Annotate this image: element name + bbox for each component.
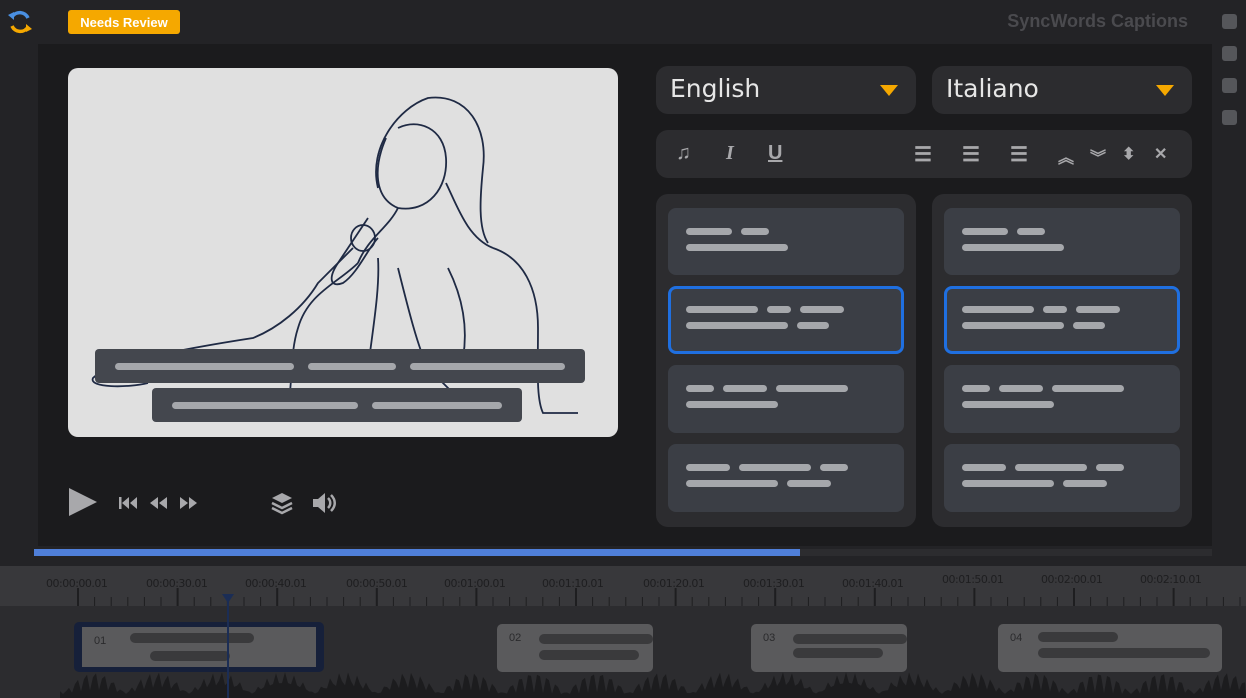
video-preview[interactable] bbox=[68, 68, 618, 437]
caption-track[interactable]: 01 02 03 04 bbox=[0, 606, 1246, 698]
skip-back-icon[interactable] bbox=[118, 495, 138, 516]
caption-segment[interactable]: 04 bbox=[998, 624, 1222, 672]
move-up-icon[interactable]: ︽ bbox=[1058, 144, 1074, 168]
underline-icon[interactable]: U bbox=[768, 142, 782, 165]
caption-segment-selected[interactable]: 01 bbox=[74, 622, 324, 672]
segment-id: 01 bbox=[94, 635, 107, 647]
volume-icon[interactable] bbox=[311, 491, 337, 520]
align-center-icon[interactable]: ☰ bbox=[962, 142, 980, 167]
music-note-icon[interactable]: ♫ bbox=[676, 142, 691, 165]
segment-id: 02 bbox=[509, 632, 522, 644]
caption-card[interactable] bbox=[944, 208, 1180, 275]
collapse-icon[interactable]: ✕ bbox=[1154, 144, 1167, 164]
italic-icon[interactable]: I bbox=[726, 142, 734, 165]
timeline-ruler[interactable]: 00:00:00.01 00:00:30.01 00:00:40.01 00:0… bbox=[0, 566, 1246, 606]
caption-card[interactable] bbox=[944, 444, 1180, 512]
app-title: SyncWords Captions bbox=[1007, 11, 1188, 31]
tick-marks bbox=[77, 588, 1241, 606]
target-language-dropdown[interactable]: Italiano bbox=[932, 66, 1192, 114]
subtitle-line bbox=[95, 349, 585, 383]
align-left-icon[interactable]: ☰ bbox=[914, 142, 932, 167]
layers-icon[interactable] bbox=[270, 491, 294, 520]
target-language-label: Italiano bbox=[946, 74, 1039, 103]
caption-card[interactable] bbox=[668, 365, 904, 433]
caption-card-selected[interactable] bbox=[668, 286, 904, 354]
move-down-icon[interactable]: ︾ bbox=[1090, 144, 1106, 168]
sync-logo-icon[interactable] bbox=[6, 8, 34, 36]
caption-card-selected[interactable] bbox=[944, 286, 1180, 354]
source-language-label: English bbox=[670, 74, 761, 103]
window-checkbox[interactable] bbox=[1222, 78, 1237, 93]
source-caption-list bbox=[656, 194, 916, 527]
status-badge[interactable]: Needs Review bbox=[68, 10, 180, 34]
align-right-icon[interactable]: ☰ bbox=[1010, 142, 1028, 167]
segment-id: 04 bbox=[1010, 632, 1023, 644]
rewind-icon[interactable] bbox=[148, 495, 168, 516]
window-checkbox[interactable] bbox=[1222, 14, 1237, 29]
chevron-down-icon bbox=[1156, 85, 1174, 96]
caption-card[interactable] bbox=[668, 208, 904, 275]
formatting-toolbar: ♫ I U ☰ ☰ ☰ ︽ ︾ ⬍ ✕ bbox=[656, 130, 1192, 178]
segment-id: 03 bbox=[763, 632, 776, 644]
progress-fill bbox=[34, 549, 800, 556]
playhead-handle-icon[interactable] bbox=[222, 594, 234, 603]
playhead[interactable] bbox=[227, 596, 229, 698]
play-icon[interactable] bbox=[66, 486, 98, 525]
target-caption-list bbox=[932, 194, 1192, 527]
window-checkbox[interactable] bbox=[1222, 46, 1237, 61]
caption-card[interactable] bbox=[944, 365, 1180, 433]
playback-progress-bar[interactable] bbox=[34, 549, 1212, 556]
expand-icon[interactable]: ⬍ bbox=[1122, 144, 1135, 164]
fast-forward-icon[interactable] bbox=[179, 495, 199, 516]
caption-segment[interactable]: 02 bbox=[497, 624, 653, 672]
window-checkbox[interactable] bbox=[1222, 110, 1237, 125]
chevron-down-icon bbox=[880, 85, 898, 96]
caption-card[interactable] bbox=[668, 444, 904, 512]
caption-segment[interactable]: 03 bbox=[751, 624, 907, 672]
source-language-dropdown[interactable]: English bbox=[656, 66, 916, 114]
subtitle-line bbox=[152, 388, 522, 422]
